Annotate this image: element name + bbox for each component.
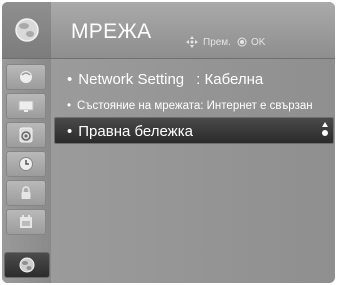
ok-button-icon	[237, 37, 247, 50]
sidebar-item-time[interactable]	[6, 151, 46, 177]
sidebar-item-lock[interactable]	[6, 180, 46, 206]
menu-item-label: Network Setting	[78, 71, 185, 88]
bullet: •	[67, 100, 72, 112]
menu-category-icon	[2, 2, 51, 59]
menu-item-value: : Кабелна	[196, 71, 264, 88]
menu-header: МРЕЖА Прем. OK	[51, 2, 335, 59]
menu-list: • Network Setting : Кабелна • Състояние на …	[51, 59, 335, 283]
menu-item-network-setting[interactable]: • Network Setting : Кабелна	[67, 71, 263, 88]
sidebar-item-options[interactable]	[6, 209, 46, 235]
sidebar-item-network[interactable]	[4, 252, 50, 278]
menu-item-label: Правна бележка	[78, 123, 193, 140]
menu-item-label: Състояние на мрежата: Интернет е свързан	[77, 100, 313, 112]
sidebar-item-screen[interactable]	[6, 93, 46, 119]
sidebar-item-audio[interactable]	[6, 122, 46, 148]
page-title: МРЕЖА	[71, 20, 152, 43]
network-icon	[19, 257, 35, 273]
sidebar-item-picture[interactable]	[6, 64, 46, 90]
menu-item-network-status[interactable]: • Състояние на мрежата: Интернет е свърза…	[67, 100, 313, 112]
lock-icon	[21, 186, 31, 199]
picture-icon	[20, 71, 32, 83]
hint-ok: OK	[251, 37, 266, 48]
globe-icon	[14, 18, 39, 42]
screen-icon	[18, 100, 34, 112]
hint-move: Прем.	[203, 37, 231, 48]
menu-item-legal-notice[interactable]: • Правна бележка	[67, 123, 193, 140]
bullet: •	[67, 71, 73, 88]
settings-window: МРЕЖА Прем. OK • Network Setting : Кабелна	[2, 2, 335, 283]
audio-icon	[19, 127, 33, 143]
scroll-arrows-icon	[322, 122, 328, 136]
clock-icon	[19, 157, 33, 171]
bullet: •	[67, 123, 73, 140]
move-arrows-icon	[185, 35, 199, 52]
sidebar	[2, 2, 51, 283]
options-icon	[20, 215, 32, 228]
